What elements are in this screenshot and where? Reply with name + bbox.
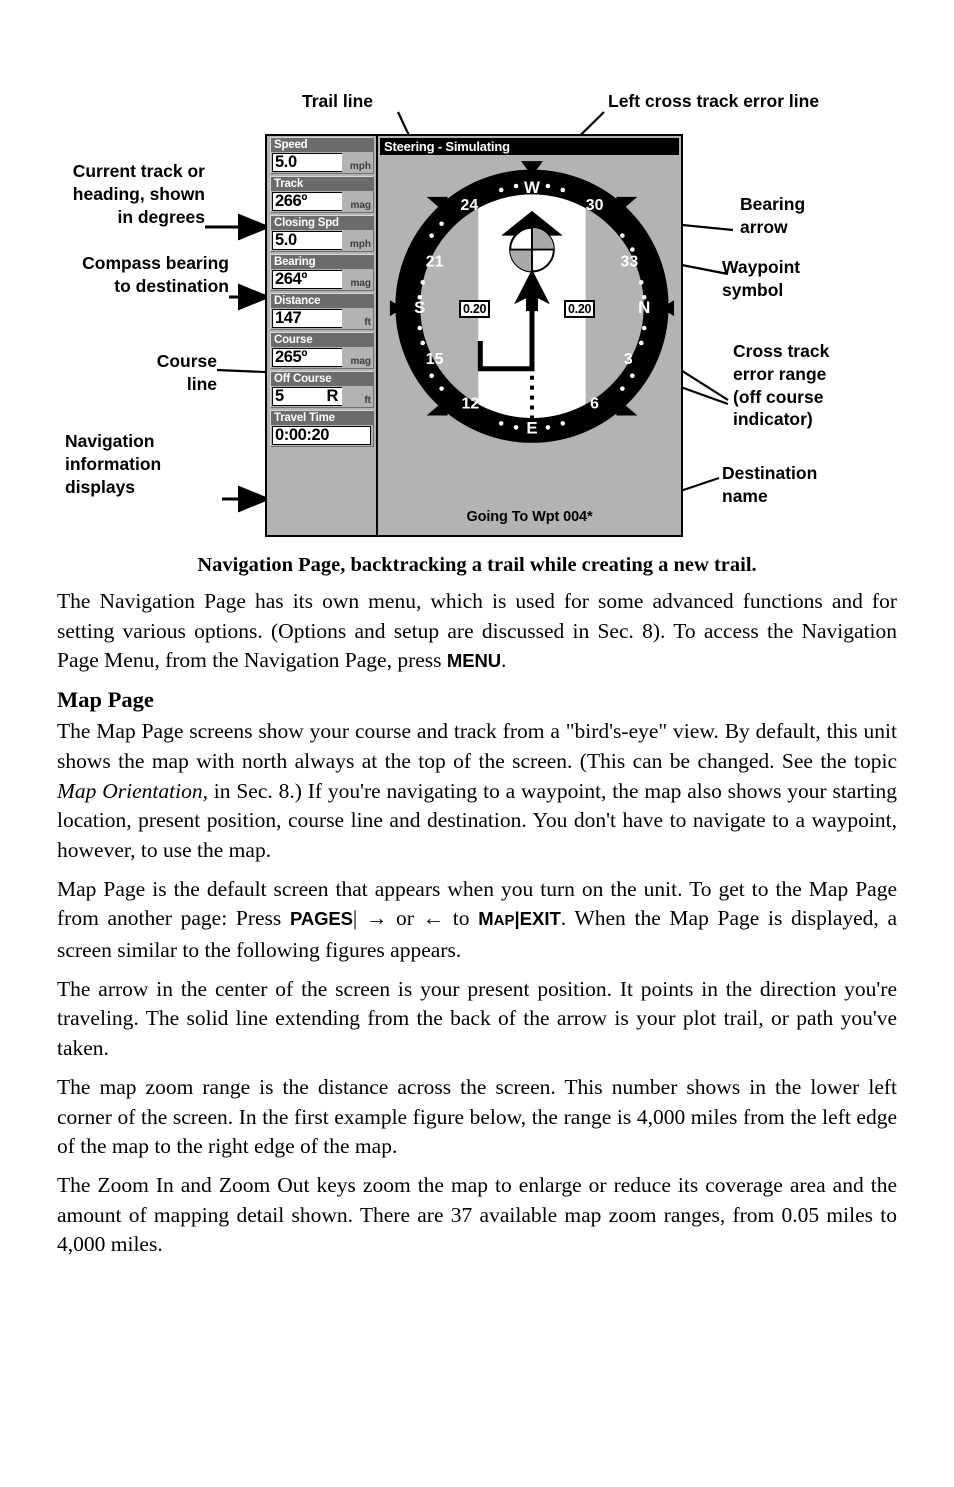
body-text: The Navigation Page has its own menu, wh… xyxy=(57,587,897,1269)
figure-caption: Navigation Page, backtracking a trail wh… xyxy=(197,554,757,576)
callout-compass-bearing: Compass bearing to destination xyxy=(82,253,229,296)
nav-box-closing-spd-unit: mph xyxy=(349,239,371,250)
nav-box-closing-spd-label: Closing Spd xyxy=(271,216,373,230)
compass-rose-graphic: W N E S 24 30 33 3 6 12 15 21 xyxy=(389,161,675,443)
p3-keycap-map: MAP|EXIT xyxy=(478,908,561,929)
nav-box-distance: Distance 147 ft xyxy=(270,293,374,330)
paragraph-map-page-default: Map Page is the default screen that appe… xyxy=(57,875,897,966)
nav-box-distance-value-row: 147 ft xyxy=(271,308,373,329)
nav-box-off-course-number: 5 xyxy=(275,387,284,405)
navigation-information-displays: Speed 5.0 mph Track 266º mag Closing Spd… xyxy=(267,136,376,535)
nav-box-speed-unit: mph xyxy=(349,161,371,172)
nav-box-track-unit: mag xyxy=(350,200,371,211)
compass-label-12: 12 xyxy=(462,396,480,413)
nav-box-speed-value-row: 5.0 mph xyxy=(271,152,373,173)
paragraph-map-page-intro: The Map Page screens show your course an… xyxy=(57,717,897,866)
p1-text-b: . xyxy=(500,648,507,673)
nav-box-off-course-value-row: 5R ft xyxy=(271,386,373,407)
nav-box-off-course: Off Course 5R ft xyxy=(270,371,374,408)
compass-label-W: W xyxy=(524,178,540,197)
nav-box-off-course-label: Off Course xyxy=(271,372,373,386)
nav-box-course-value: 265º xyxy=(272,348,342,367)
p3-text-mid: | → or ← to xyxy=(352,906,479,931)
nav-box-bearing-unit: mag xyxy=(350,278,371,289)
paragraph-present-position-arrow: The arrow in the center of the screen is… xyxy=(57,976,897,1061)
nav-box-track-value-row: 266º mag xyxy=(271,191,373,212)
compass-label-3: 3 xyxy=(624,351,633,368)
nav-box-course-unit: mag xyxy=(350,356,371,367)
nav-box-closing-spd: Closing Spd 5.0 mph xyxy=(270,215,374,252)
paragraph-map-zoom-range: The map zoom range is the distance acros… xyxy=(57,1074,897,1159)
destination-name: Going To Wpt 004* xyxy=(466,509,593,525)
nav-box-bearing-value: 264º xyxy=(272,270,342,289)
p3-keycap-pages: PAGES xyxy=(289,908,353,930)
steering-panel: Steering - Simulating W N E S 24 30 33 3… xyxy=(376,136,681,535)
nav-box-course-label: Course xyxy=(271,333,373,347)
compass-label-6: 6 xyxy=(590,396,599,413)
p2-italic-map-orientation: Map Orientation xyxy=(57,778,203,803)
nav-box-bearing-label: Bearing xyxy=(271,255,373,269)
nav-box-closing-spd-value-row: 5.0 mph xyxy=(271,230,373,251)
compass-label-33: 33 xyxy=(621,253,639,270)
p2-text-a: The Map Page screens show your course an… xyxy=(57,719,897,773)
waypoint-symbol xyxy=(509,226,555,273)
p3-keycap-map-initial: M xyxy=(478,908,494,930)
xte-left-badge: 0.20 xyxy=(459,300,491,318)
nav-box-bearing: Bearing 264º mag xyxy=(270,254,374,291)
nav-box-closing-spd-value: 5.0 xyxy=(272,231,342,250)
figure-navigation-page: Trail line Left cross track error line C… xyxy=(0,0,954,545)
nav-box-track-value: 266º xyxy=(272,192,342,211)
callout-navigation-information-displays: Navigation information displays xyxy=(65,431,162,497)
nav-box-distance-unit: ft xyxy=(364,317,371,328)
compass-label-15: 15 xyxy=(426,351,444,368)
nav-box-distance-value: 147 xyxy=(272,309,342,328)
paragraph-nav-page-menu: The Navigation Page has its own menu, wh… xyxy=(57,587,897,676)
nav-box-travel-time-value: 0:00:20 xyxy=(272,426,371,445)
nav-box-speed: Speed 5.0 mph xyxy=(270,137,374,174)
compass-label-E: E xyxy=(526,418,537,437)
callout-current-track-heading: Current track or heading, shown in degre… xyxy=(72,161,205,227)
nav-box-course-value-row: 265º mag xyxy=(271,347,373,368)
paragraph-zoom-keys: The Zoom In and Zoom Out keys zoom the m… xyxy=(57,1172,897,1257)
nav-box-distance-label: Distance xyxy=(271,294,373,308)
callout-bearing-arrow: Bearing arrow xyxy=(740,194,806,237)
compass-label-30: 30 xyxy=(586,197,604,214)
compass-label-24: 24 xyxy=(461,197,479,214)
nav-box-travel-time-value-row: 0:00:20 xyxy=(271,425,373,446)
callout-course-line: Course line xyxy=(156,351,217,394)
nav-box-speed-label: Speed xyxy=(271,138,373,152)
p1-keycap-menu: MENU xyxy=(446,650,501,672)
nav-box-off-course-value: 5R xyxy=(272,387,342,406)
callout-waypoint-symbol: Waypoint symbol xyxy=(722,257,801,300)
gps-device-screen: Speed 5.0 mph Track 266º mag Closing Spd… xyxy=(265,134,683,537)
callout-cross-track-error-range: Cross track error range (off course indi… xyxy=(733,341,830,430)
p3-keycap-exit: EXIT xyxy=(519,908,561,930)
compass-label-S: S xyxy=(414,298,425,317)
callout-trail-line: Trail line xyxy=(302,91,373,111)
nav-box-speed-value: 5.0 xyxy=(272,153,342,172)
nav-box-course: Course 265º mag xyxy=(270,332,374,369)
p3-keycap-map-rest: AP xyxy=(493,912,515,930)
nav-box-bearing-value-row: 264º mag xyxy=(271,269,373,290)
nav-box-travel-time: Travel Time 0:00:20 xyxy=(270,410,374,447)
nav-box-track: Track 266º mag xyxy=(270,176,374,213)
nav-box-off-course-unit: ft xyxy=(364,395,371,406)
nav-box-track-label: Track xyxy=(271,177,373,191)
section-heading-map-page: Map Page xyxy=(57,687,154,713)
compass-label-21: 21 xyxy=(426,253,444,270)
callout-left-cross-track-error-line: Left cross track error line xyxy=(608,91,820,111)
compass-label-N: N xyxy=(638,298,650,317)
nav-box-off-course-side: R xyxy=(326,387,338,405)
xte-right-badge: 0.20 xyxy=(564,300,596,318)
callout-destination-name: Destination name xyxy=(722,463,818,506)
nav-box-travel-time-label: Travel Time xyxy=(271,411,373,425)
